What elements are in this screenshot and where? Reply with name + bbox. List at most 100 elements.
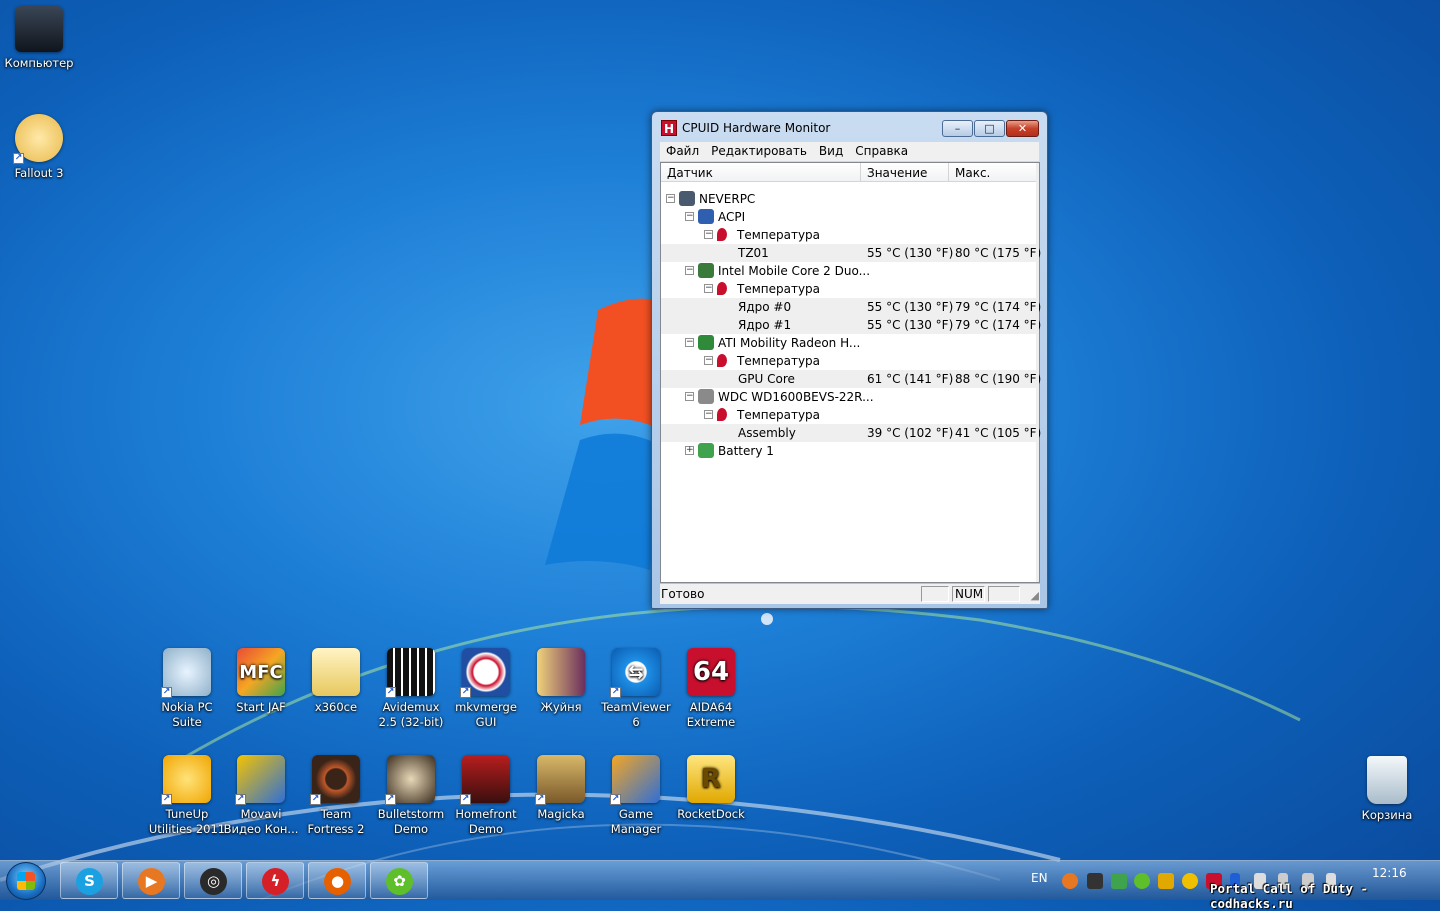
game-manager-desktop-icon[interactable]: ↗ Game Manager bbox=[597, 755, 675, 837]
collapse-icon[interactable]: − bbox=[685, 212, 694, 221]
menu-edit[interactable]: Редактировать bbox=[705, 142, 813, 160]
tuneup-desktop-icon[interactable]: ↗ TuneUp Utilities 2011 bbox=[148, 755, 226, 837]
tree-node-label: ATI Mobility Radeon H... bbox=[718, 336, 861, 350]
tree-row[interactable]: − Температура bbox=[661, 352, 1037, 370]
minimize-button[interactable]: – bbox=[942, 120, 973, 137]
tree-node-label: Ядро #1 bbox=[738, 318, 792, 332]
folder-images-icon bbox=[537, 648, 585, 696]
maximize-button[interactable]: □ bbox=[974, 120, 1005, 137]
tree-row[interactable]: − ACPI bbox=[661, 208, 1037, 226]
tuneup-tray-icon[interactable] bbox=[1182, 873, 1198, 889]
sensor-max-value: 41 °C (105 °F) bbox=[955, 426, 1042, 440]
hardware-monitor-window[interactable]: H CPUID Hardware Monitor – □ ✕ Файл Редак… bbox=[651, 111, 1048, 609]
teamviewer-desktop-icon[interactable]: ⇆ ↗ TeamViewer 6 bbox=[597, 648, 675, 730]
tf2-desktop-icon[interactable]: ↗ Team Fortress 2 bbox=[297, 755, 375, 837]
start-button[interactable] bbox=[6, 862, 46, 900]
collapse-icon[interactable]: − bbox=[704, 284, 713, 293]
movavi-desktop-icon[interactable]: ↗ Movavi Видео Кон... bbox=[222, 755, 300, 837]
tree-row[interactable]: − Температура bbox=[661, 280, 1037, 298]
tree-row[interactable]: − Intel Mobile Core 2 Duo... bbox=[661, 262, 1037, 280]
flash-tray-icon[interactable] bbox=[1062, 873, 1078, 889]
tree-row[interactable]: Ядро #0 55 °C (130 °F) 79 °C (174 °F) bbox=[661, 298, 1041, 316]
collapse-icon[interactable]: − bbox=[704, 230, 713, 239]
x360ce-desktop-icon[interactable]: x360ce bbox=[297, 648, 375, 715]
tree-row[interactable]: − ATI Mobility Radeon H... bbox=[661, 334, 1037, 352]
tree-node-label: Assembly bbox=[738, 426, 796, 440]
shield-tray-icon[interactable] bbox=[1111, 873, 1127, 889]
sensor-tree-list[interactable]: Датчик Значение Макс. − NEVERPC − ACPI − Темп… bbox=[660, 162, 1041, 583]
steam-tray-icon[interactable] bbox=[1087, 873, 1103, 889]
skype-taskbar-button[interactable]: S bbox=[60, 862, 118, 899]
cpu-chip-icon bbox=[698, 263, 714, 278]
start-jaf-desktop-icon[interactable]: MFC Start JAF bbox=[222, 648, 300, 715]
column-max[interactable]: Макс. bbox=[949, 163, 1038, 182]
aida64-desktop-icon[interactable]: 64 AIDA64 Extreme bbox=[672, 648, 750, 730]
status-panel-empty bbox=[921, 586, 949, 602]
menu-view[interactable]: Вид bbox=[813, 142, 849, 160]
zhuynya-desktop-icon[interactable]: Жуйня bbox=[522, 648, 600, 715]
teamviewer-icon: ⇆ ↗ bbox=[610, 648, 660, 698]
network-tray-icon[interactable] bbox=[1158, 873, 1174, 889]
avidemux-desktop-icon[interactable]: ↗ Avidemux 2.5 (32-bit) bbox=[372, 648, 450, 730]
tree-node-label: GPU Core bbox=[738, 372, 795, 386]
tree-node-label: Температура bbox=[737, 354, 821, 368]
status-bar: Готово NUM ◢ bbox=[660, 584, 1040, 604]
watermark-text: Portal Call of Duty - codhacks.ru bbox=[1210, 881, 1369, 911]
column-header: Датчик Значение Макс. bbox=[661, 163, 1039, 182]
tree-row[interactable]: − Температура bbox=[661, 406, 1037, 424]
tree-row[interactable]: − NEVERPC bbox=[661, 190, 1037, 208]
nokia-pc-suite-icon: ↗ bbox=[161, 648, 211, 698]
collapse-icon[interactable]: − bbox=[685, 266, 694, 275]
nokia-pc-suite-desktop-icon[interactable]: ↗ Nokia PC Suite bbox=[148, 648, 226, 730]
bulletstorm-desktop-icon[interactable]: ↗ Bulletstorm Demo bbox=[372, 755, 450, 837]
tree-row[interactable]: + Battery 1 bbox=[661, 442, 1037, 460]
magicka-desktop-icon[interactable]: ↗ Magicka bbox=[522, 755, 600, 822]
menu-file[interactable]: Файл bbox=[660, 142, 705, 160]
column-value[interactable]: Значение bbox=[861, 163, 949, 182]
sensor-max-value: 88 °C (190 °F) bbox=[955, 372, 1042, 386]
menu-help[interactable]: Справка bbox=[849, 142, 914, 160]
homefront-desktop-icon[interactable]: ↗ Homefront Demo bbox=[447, 755, 525, 837]
icq-taskbar-button[interactable]: ✿ bbox=[370, 862, 428, 899]
rocketdock-desktop-icon[interactable]: R RocketDock bbox=[672, 755, 750, 822]
resize-grip-icon[interactable]: ◢ bbox=[1031, 589, 1039, 602]
collapse-icon[interactable]: − bbox=[685, 338, 694, 347]
flash-taskbar-button[interactable]: ϟ bbox=[246, 862, 304, 899]
tree-row[interactable]: Assembly 39 °C (102 °F) 41 °C (105 °F) bbox=[661, 424, 1041, 442]
language-indicator[interactable]: EN bbox=[1031, 871, 1048, 885]
blocks-icon: MFC bbox=[237, 648, 285, 696]
close-button[interactable]: ✕ bbox=[1006, 120, 1039, 137]
collapse-icon[interactable]: − bbox=[704, 356, 713, 365]
clock[interactable]: 12:16 bbox=[1372, 866, 1407, 880]
media-player-taskbar-button[interactable]: ▶ bbox=[122, 862, 180, 899]
magicka-icon: ↗ bbox=[535, 755, 585, 805]
column-sensor[interactable]: Датчик bbox=[661, 163, 861, 182]
tree-row[interactable]: − WDC WD1600BEVS-22R... bbox=[661, 388, 1037, 406]
folder-icon bbox=[312, 648, 360, 696]
tree-row[interactable]: TZ01 55 °C (130 °F) 80 °C (175 °F) bbox=[661, 244, 1041, 262]
collapse-icon[interactable]: − bbox=[685, 392, 694, 401]
collapse-icon[interactable]: − bbox=[666, 194, 675, 203]
steam-taskbar-button[interactable]: ◎ bbox=[184, 862, 242, 899]
collapse-icon[interactable]: − bbox=[704, 410, 713, 419]
firefox-taskbar-button[interactable]: ● bbox=[308, 862, 366, 899]
expand-icon[interactable]: + bbox=[685, 446, 694, 455]
tree-row[interactable]: − Температура bbox=[661, 226, 1037, 244]
recycle-bin-desktop-icon[interactable]: Корзина bbox=[1348, 756, 1426, 823]
computer-desktop-icon[interactable]: Компьютер bbox=[0, 6, 78, 71]
computer-icon-label: Компьютер bbox=[4, 56, 74, 70]
fallout3-desktop-icon[interactable]: ↗ Fallout 3 bbox=[0, 114, 78, 181]
aida64-icon: 64 bbox=[687, 648, 735, 696]
tf2-logo-icon: ↗ bbox=[310, 755, 360, 805]
sensor-max-value: 79 °C (174 °F) bbox=[955, 300, 1042, 314]
tree-row[interactable]: Ядро #1 55 °C (130 °F) 79 °C (174 °F) bbox=[661, 316, 1041, 334]
skype-icon: S bbox=[76, 868, 103, 895]
vertical-scrollbar[interactable] bbox=[1036, 163, 1039, 582]
rocketdock-icon: R bbox=[687, 755, 735, 803]
tree-row[interactable]: GPU Core 61 °C (141 °F) 88 °C (190 °F) bbox=[661, 370, 1041, 388]
gpu-card-icon bbox=[698, 335, 714, 350]
sensor-value: 55 °C (130 °F) bbox=[867, 246, 954, 260]
icq-tray-icon[interactable] bbox=[1134, 873, 1150, 889]
title-bar[interactable]: H CPUID Hardware Monitor – □ ✕ bbox=[652, 112, 1047, 142]
mkvmerge-desktop-icon[interactable]: ↗ mkvmerge GUI bbox=[447, 648, 525, 730]
